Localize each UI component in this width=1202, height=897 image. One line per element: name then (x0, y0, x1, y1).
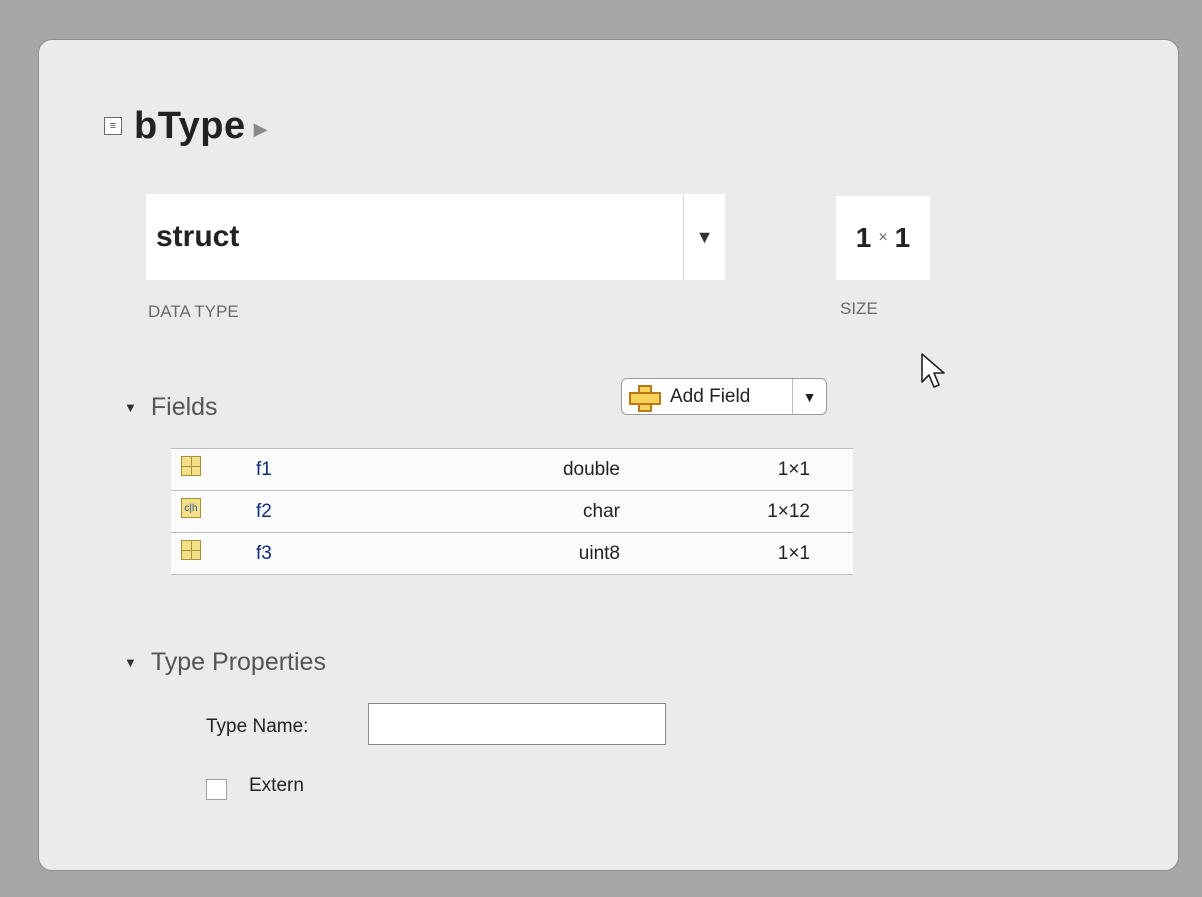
field-size[interactable]: 1×12 (767, 501, 810, 523)
size-cols: 1 (894, 222, 911, 253)
data-type-value: struct (156, 220, 240, 253)
table-row[interactable]: f1 double 1×1 (171, 449, 853, 491)
add-field-button[interactable]: Add Field (622, 379, 792, 414)
plus-icon (628, 384, 661, 412)
size-rows: 1 (855, 222, 872, 253)
collapse-triangle-icon[interactable]: ▼ (124, 400, 137, 415)
fields-table: f1 double 1×1 c|h f2 char 1×12 f3 uint8 … (171, 448, 853, 575)
fields-section-header[interactable]: ▼ Fields (124, 393, 218, 422)
field-name[interactable]: f2 (256, 501, 272, 523)
char-icon: c|h (181, 498, 201, 518)
mouse-cursor-icon (921, 353, 945, 388)
stage: ≡ bType ▶ struct ▼ DATA TYPE 1 × 1 SIZE … (0, 0, 1202, 897)
add-field-split-button[interactable]: Add Field ▼ (621, 378, 827, 415)
field-type[interactable]: double (563, 459, 620, 481)
fields-section-label: Fields (150, 393, 218, 421)
size-separator: × (878, 229, 888, 246)
variable-name: bType (134, 104, 246, 147)
field-size[interactable]: 1×1 (778, 543, 810, 565)
size-field[interactable]: 1 × 1 (836, 196, 930, 280)
type-name-input[interactable] (368, 703, 666, 745)
struct-variable-icon: ≡ (104, 117, 122, 135)
table-row[interactable]: c|h f2 char 1×12 (171, 491, 853, 533)
collapse-triangle-icon[interactable]: ▼ (124, 655, 137, 670)
title-row: ≡ bType ▶ (104, 100, 267, 152)
field-name[interactable]: f1 (256, 459, 272, 481)
field-type[interactable]: char (583, 501, 620, 523)
field-size[interactable]: 1×1 (778, 459, 810, 481)
type-properties-section-header[interactable]: ▼ Type Properties (124, 648, 326, 677)
expand-arrow-icon[interactable]: ▶ (254, 119, 268, 140)
chevron-down-icon[interactable]: ▼ (683, 194, 725, 280)
numeric-icon (181, 540, 201, 560)
extern-label: Extern (249, 775, 304, 796)
type-name-label: Type Name: (206, 716, 309, 737)
numeric-icon (181, 456, 201, 476)
data-type-dropdown[interactable]: struct ▼ (146, 194, 725, 280)
field-name[interactable]: f3 (256, 543, 272, 565)
chevron-down-icon[interactable]: ▼ (792, 379, 826, 414)
extern-checkbox[interactable] (206, 779, 227, 800)
size-caption: SIZE (840, 299, 878, 318)
table-row[interactable]: f3 uint8 1×1 (171, 533, 853, 575)
type-properties-label: Type Properties (150, 648, 326, 676)
field-type[interactable]: uint8 (579, 543, 620, 565)
data-type-caption: DATA TYPE (148, 302, 239, 321)
add-field-label: Add Field (670, 385, 751, 407)
